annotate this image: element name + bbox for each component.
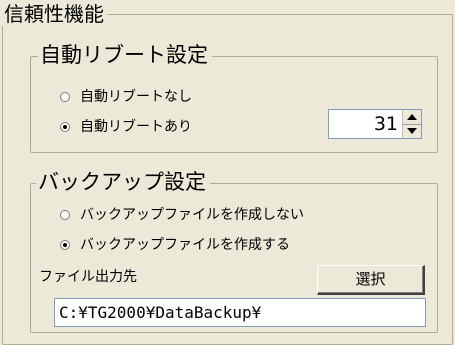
reboot-count-spinner[interactable]: 31 [328, 109, 422, 139]
backup-on-radio[interactable]: バックアップファイルを作成する [60, 236, 290, 254]
arrow-up-icon [407, 113, 417, 120]
output-destination-label: ファイル出力先 [39, 269, 137, 285]
radio-checked-icon [60, 240, 70, 250]
reboot-count-value[interactable]: 31 [329, 110, 402, 138]
backup-group-title: バックアップ設定 [36, 170, 210, 194]
arrow-down-icon [407, 128, 417, 135]
radio-unchecked-icon [60, 92, 70, 102]
select-folder-button[interactable]: 選択 [317, 265, 425, 295]
auto-reboot-off-radio[interactable]: 自動リブートなし [60, 88, 192, 106]
spinner-buttons [402, 110, 421, 138]
radio-unchecked-icon [60, 210, 70, 220]
spinner-down-button[interactable] [403, 124, 421, 138]
auto-reboot-on-radio[interactable]: 自動リブートあり [60, 118, 192, 136]
backup-on-label: バックアップファイルを作成する [80, 237, 290, 253]
output-path-field[interactable]: C:¥TG2000¥DataBackup¥ [54, 298, 426, 327]
backup-off-label: バックアップファイルを作成しない [80, 207, 304, 223]
radio-checked-icon [60, 122, 70, 132]
backup-off-radio[interactable]: バックアップファイルを作成しない [60, 206, 304, 224]
auto-reboot-group-title: 自動リブート設定 [38, 43, 212, 67]
auto-reboot-off-label: 自動リブートなし [80, 89, 192, 105]
reliability-group-title: 信頼性機能 [2, 2, 108, 26]
spinner-up-button[interactable] [403, 110, 421, 125]
auto-reboot-on-label: 自動リブートあり [80, 119, 192, 135]
reliability-panel: 信頼性機能 自動リブート設定 自動リブートなし 自動リブートあり 31 バックア… [0, 0, 455, 345]
